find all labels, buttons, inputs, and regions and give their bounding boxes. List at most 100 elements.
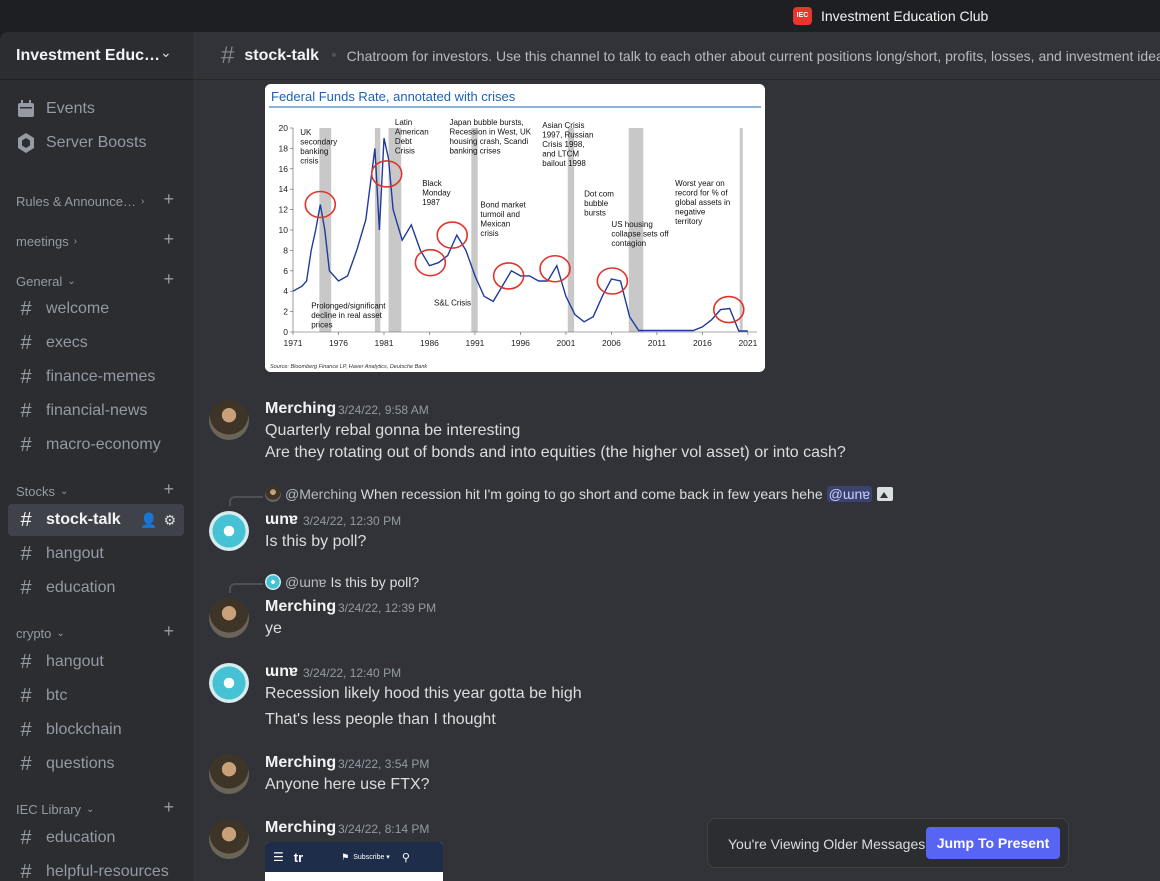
category-iec-library[interactable]: IEC Library ⌄ +	[16, 797, 178, 819]
link-embed-image[interactable]: ☰ tr ⚑ Subscribe ▾ ⚲	[265, 842, 443, 881]
chart-image-attachment[interactable]: Federal Funds Rate, annotated with crise…	[265, 84, 765, 372]
avatar[interactable]	[209, 819, 249, 859]
annotation-line: American	[395, 127, 429, 136]
x-tick-label: 1981	[375, 338, 394, 348]
channel-label: btc	[46, 687, 68, 704]
channel-label: execs	[46, 334, 88, 351]
chart-source: Source: Bloomberg Finance LP, Haver Anal…	[270, 364, 427, 370]
message-text: Are they rotating out of bonds and into …	[265, 444, 846, 461]
category-label: Rules & Announcements	[16, 193, 136, 209]
chevron-down-icon: ⌄	[60, 485, 69, 497]
sidebar-channel-finance-memes[interactable]: # finance-memes	[8, 361, 184, 393]
sidebar-channel-welcome[interactable]: # welcome	[8, 293, 184, 325]
channel-label: helpful-resources	[46, 863, 169, 880]
category-label: Stocks	[16, 483, 56, 499]
annotation-line: Bond market	[480, 201, 526, 210]
add-channel-icon[interactable]: +	[163, 269, 174, 290]
app-logo-icon: IEC	[793, 7, 812, 25]
hash-icon: #	[20, 365, 32, 388]
channel-topic[interactable]: Chatroom for investors. Use this channel…	[347, 48, 1160, 64]
invite-icon[interactable]: 👤	[140, 512, 157, 529]
annotation-line: Recession in West, UK	[449, 127, 531, 136]
sidebar-channel-education[interactable]: # education	[8, 572, 184, 604]
chart-title: Federal Funds Rate, annotated with crise…	[271, 89, 516, 104]
sidebar-channel-btc[interactable]: # btc	[8, 680, 184, 712]
category-stocks[interactable]: Stocks ⌄ +	[16, 479, 178, 501]
sidebar-channel-crypto-hangout[interactable]: # hangout	[8, 646, 184, 678]
avatar[interactable]	[209, 400, 249, 440]
hash-icon: #	[20, 542, 32, 565]
message-author[interactable]: Merching	[265, 598, 336, 616]
message-text: Anyone here use FTX?	[265, 776, 430, 793]
message-text: That's less people than I thought	[265, 711, 496, 728]
annotation-line: Asian Crisis	[542, 121, 584, 130]
sidebar-channel-blockchain[interactable]: # blockchain	[8, 714, 184, 746]
annotation-line: UK	[300, 128, 312, 137]
reply-author: @Merching	[285, 486, 357, 502]
annotation-line: Latin	[395, 118, 412, 127]
message-timestamp: 3/24/22, 12:30 PM	[303, 514, 402, 528]
x-tick-label: 2021	[738, 338, 757, 348]
y-tick-label: 20	[279, 123, 289, 133]
chevron-down-icon: ⌄	[160, 44, 172, 60]
channel-label: welcome	[46, 300, 110, 317]
sidebar-channel-execs[interactable]: # execs	[8, 327, 184, 359]
channel-name: stock-talk	[244, 46, 320, 64]
annotation-line: Black	[422, 179, 443, 188]
y-tick-label: 14	[279, 184, 289, 194]
add-channel-icon[interactable]: +	[163, 189, 174, 210]
server-name: Investment Education Club	[16, 47, 161, 64]
y-tick-label: 0	[283, 327, 288, 337]
sidebar-channel-questions[interactable]: # questions	[8, 748, 184, 780]
annotation-line: Dot com	[584, 189, 614, 198]
channel-label: education	[46, 579, 116, 596]
crisis-annotation: S&L Crisis	[434, 298, 471, 307]
hash-icon: #	[221, 41, 235, 69]
message-text: Is this by poll?	[265, 533, 367, 550]
hash-icon: #	[20, 576, 32, 599]
message-author[interactable]: Merching	[265, 754, 336, 772]
add-channel-icon[interactable]: +	[163, 479, 174, 500]
message-author[interactable]: Merching	[265, 400, 336, 418]
avatar[interactable]	[209, 598, 249, 638]
server-header[interactable]: Investment Education Club ⌄	[0, 32, 193, 80]
avatar	[265, 486, 281, 502]
category-meetings[interactable]: meetings › +	[16, 229, 178, 251]
mention[interactable]: @ɯnɐ	[826, 486, 873, 502]
sidebar-channel-financial-news[interactable]: # financial-news	[8, 395, 184, 427]
sidebar-item-server-boosts[interactable]: Server Boosts	[8, 127, 184, 159]
avatar[interactable]	[209, 511, 249, 551]
sidebar-channel-library-education[interactable]: # education	[8, 822, 184, 854]
reply-reference[interactable]: @Merching When recession hit I'm going t…	[265, 486, 894, 502]
avatar[interactable]	[209, 754, 249, 794]
y-tick-label: 2	[283, 307, 288, 317]
message-author[interactable]: ɯnɐ	[265, 663, 298, 681]
annotation-line: and LTCM	[542, 150, 579, 159]
sidebar-channel-macro-economy[interactable]: # macro-economy	[8, 429, 184, 461]
sidebar-channel-stock-talk[interactable]: # stock-talk 👤 ⚙	[8, 504, 184, 536]
message-author[interactable]: Merching	[265, 819, 336, 837]
add-channel-icon[interactable]: +	[163, 797, 174, 818]
gear-icon[interactable]: ⚙	[163, 512, 176, 529]
add-channel-icon[interactable]: +	[163, 229, 174, 250]
sidebar-item-label: Events	[46, 100, 95, 117]
hash-icon: #	[20, 508, 32, 531]
sidebar-channel-helpful-resources[interactable]: # helpful-resources	[8, 856, 184, 881]
sidebar-channel-hangout[interactable]: # hangout	[8, 538, 184, 570]
hash-icon: #	[20, 684, 32, 707]
reply-reference[interactable]: @ɯnɐ Is this by poll?	[265, 574, 419, 590]
category-general[interactable]: General ⌄ +	[16, 269, 178, 291]
message-timestamp: 3/24/22, 12:39 PM	[338, 601, 437, 615]
annotation-line: secondary	[300, 138, 337, 147]
annotation-line: Debt	[395, 137, 413, 146]
sidebar-item-events[interactable]: Events	[8, 93, 184, 125]
category-label: IEC Library	[16, 801, 82, 817]
avatar[interactable]	[209, 663, 249, 703]
jump-to-present-button[interactable]: Jump To Present	[926, 827, 1060, 859]
message-text: Recession likely hood this year gotta be…	[265, 685, 582, 702]
add-channel-icon[interactable]: +	[163, 621, 174, 642]
category-rules[interactable]: Rules & Announcements › +	[16, 189, 178, 211]
category-crypto[interactable]: crypto ⌄ +	[16, 621, 178, 643]
message-author[interactable]: ɯnɐ	[265, 511, 298, 529]
x-tick-label: 1976	[329, 338, 348, 348]
